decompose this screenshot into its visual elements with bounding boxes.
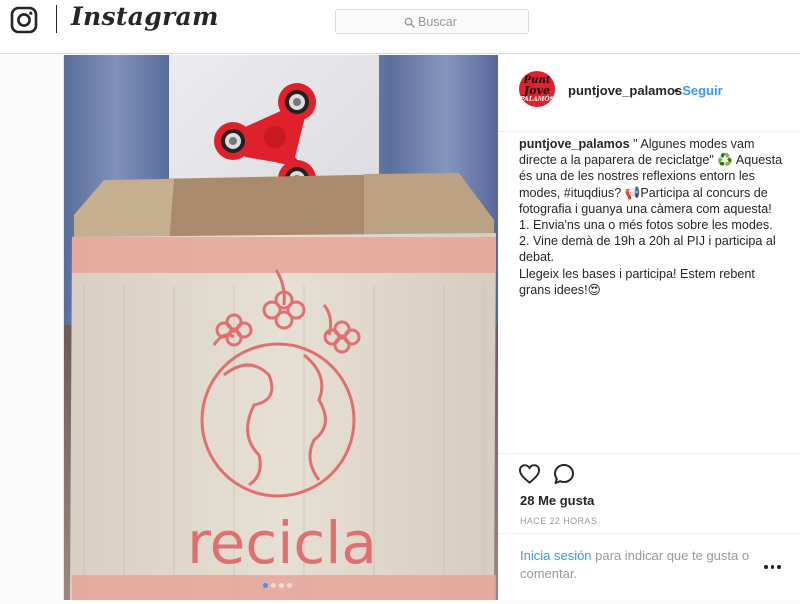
instagram-wordmark[interactable]: Instagram [71,2,219,31]
avatar-text-line: Jove [524,84,550,97]
avatar[interactable]: Punt Jove PALAMÓS [519,71,555,107]
magnifier-icon [404,17,415,28]
post-sidebar: Punt Jove PALAMÓS puntjove_palamos • Seg… [498,55,800,600]
speech-bubble-icon[interactable] [553,463,575,485]
login-prompt-text: Inicia sesión para indicar que te gusta … [520,547,760,583]
likes-count[interactable]: 28 Me gusta [520,493,594,508]
carousel-dot[interactable] [271,583,276,588]
post-actions: 28 Me gusta HACE 22 HORAS Inicia sesión … [498,453,800,604]
carousel-dot[interactable] [263,583,268,588]
avatar-text-line: PALAMÓS [520,96,554,103]
post-caption: puntjove_palamos " Algunes modes vam dir… [519,136,787,298]
author-username-link[interactable]: puntjove_palamos [568,83,682,98]
follow-group: • Seguir [674,83,723,98]
box-recicla-text: recicla [187,509,377,577]
top-navigation-bar: Instagram [0,0,800,54]
follow-button[interactable]: Seguir [682,83,722,98]
follow-separator: • [674,83,679,98]
carousel-dot[interactable] [279,583,284,588]
search-input[interactable] [418,13,523,30]
post-timestamp[interactable]: HACE 22 HORAS [520,516,597,526]
caption-username-link[interactable]: puntjove_palamos [519,137,630,151]
carousel-dot[interactable] [287,583,292,588]
brand-divider [56,5,57,33]
post-card: recicla Punt Jove PALAMÓS puntjove_palam… [63,55,800,600]
ellipsis-icon[interactable] [764,565,782,571]
login-prompt: Inicia sesión para indicar que te gusta … [498,533,800,604]
post-header: Punt Jove PALAMÓS puntjove_palamos • Seg… [498,55,800,132]
search-box[interactable] [335,9,529,34]
photo-illustration: recicla [64,55,498,600]
post-photo[interactable]: recicla [64,55,498,600]
login-link[interactable]: Inicia sesión [520,548,592,563]
carousel-indicator [263,575,295,588]
instagram-camera-icon[interactable] [10,6,38,34]
caption-text: " Algunes modes vam directe a la paparer… [519,137,783,297]
heart-outline-icon[interactable] [518,463,541,484]
